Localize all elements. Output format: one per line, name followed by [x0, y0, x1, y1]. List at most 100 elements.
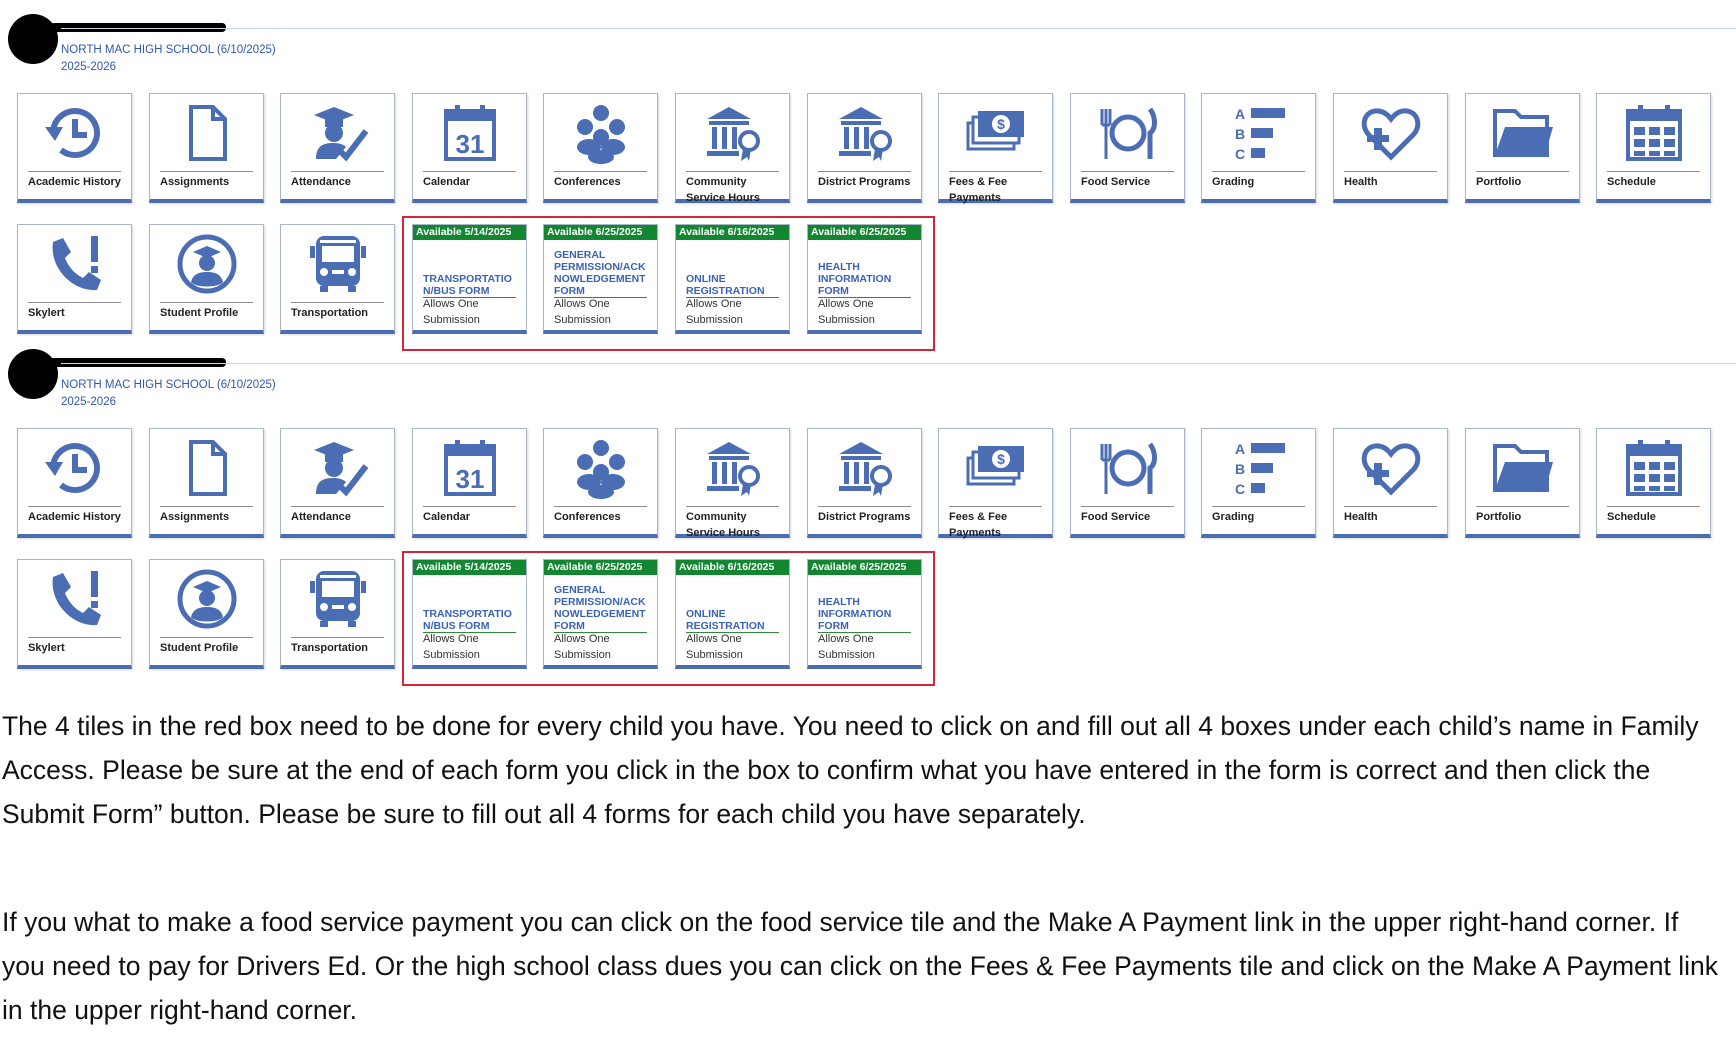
tile-divider	[818, 506, 911, 507]
tile-fees-payments[interactable]: $ Fees & Fee Payments	[938, 93, 1053, 204]
phone-alert-icon	[18, 566, 131, 632]
tile-schedule[interactable]: Schedule	[1596, 93, 1711, 203]
tile-divider	[1476, 171, 1569, 172]
svg-text:$: $	[997, 451, 1005, 467]
people-group-icon	[544, 100, 657, 166]
grades-list-icon: ABC	[1202, 100, 1315, 166]
tile-divider	[291, 171, 384, 172]
highlight-red-box	[402, 551, 935, 686]
tile-skylert[interactable]: Skylert	[17, 224, 132, 334]
tile-grading[interactable]: ABC Grading	[1201, 428, 1316, 538]
tile-label: Portfolio	[1476, 176, 1522, 188]
tile-divider	[1607, 506, 1700, 507]
tile-label: Grading	[1212, 511, 1255, 523]
phone-alert-icon	[18, 231, 131, 297]
student-profile-icon	[150, 566, 263, 632]
svg-text:B: B	[1235, 126, 1245, 142]
document-icon	[150, 100, 263, 166]
tile-divider	[28, 171, 121, 172]
tile-divider	[1607, 171, 1700, 172]
tile-grading[interactable]: ABC Grading	[1201, 93, 1316, 203]
tile-divider	[291, 302, 384, 303]
tile-food-service[interactable]: Food Service	[1070, 93, 1185, 203]
tile-health[interactable]: Health	[1333, 428, 1448, 538]
graduate-check-icon	[281, 100, 394, 166]
tile-district-programs[interactable]: District Programs	[807, 93, 922, 203]
institution-award-icon	[808, 435, 921, 501]
tile-divider	[1476, 506, 1569, 507]
tile-divider	[1344, 171, 1437, 172]
tile-community-service-hours[interactable]: Community Service Hours	[675, 428, 790, 539]
tile-divider	[423, 171, 516, 172]
tile-label: Conferences	[554, 176, 621, 188]
tile-label: Calendar	[423, 176, 471, 188]
divider	[61, 28, 1736, 29]
tile-divider	[291, 506, 384, 507]
tile-schedule[interactable]: Schedule	[1596, 428, 1711, 538]
divider	[61, 363, 1736, 364]
document-icon	[150, 435, 263, 501]
history-icon	[18, 435, 131, 501]
tile-label: Transportation	[291, 307, 369, 319]
tile-label: District Programs	[818, 511, 911, 523]
tile-divider	[291, 637, 384, 638]
tile-student-profile[interactable]: Student Profile	[149, 224, 264, 334]
svg-text:A: A	[1235, 441, 1245, 457]
tile-assignments[interactable]: Assignments	[149, 428, 264, 538]
tile-conferences[interactable]: Conferences	[543, 93, 658, 203]
tile-label: Calendar	[423, 511, 471, 523]
history-icon	[18, 100, 131, 166]
institution-award-icon	[808, 100, 921, 166]
tile-district-programs[interactable]: District Programs	[807, 428, 922, 538]
tile-divider	[1212, 171, 1305, 172]
tile-student-profile[interactable]: Student Profile	[149, 559, 264, 669]
tile-attendance[interactable]: Attendance	[280, 93, 395, 203]
tile-fees-payments[interactable]: $ Fees & Fee Payments	[938, 428, 1053, 539]
tile-academic-history[interactable]: Academic History	[17, 93, 132, 203]
money-stack-icon: $	[939, 100, 1052, 166]
tile-divider	[818, 171, 911, 172]
tile-divider	[1344, 506, 1437, 507]
tile-divider	[554, 171, 647, 172]
money-stack-icon: $	[939, 435, 1052, 501]
tile-label: Health	[1344, 176, 1378, 188]
tile-skylert[interactable]: Skylert	[17, 559, 132, 669]
tile-label: Schedule	[1607, 511, 1656, 523]
tile-attendance[interactable]: Attendance	[280, 428, 395, 538]
school-name: NORTH MAC HIGH SCHOOL (6/10/2025)	[61, 44, 276, 56]
tile-food-service[interactable]: Food Service	[1070, 428, 1185, 538]
tile-portfolio[interactable]: Portfolio	[1465, 93, 1580, 203]
tile-label: Community Service Hours	[686, 176, 760, 204]
tile-portfolio[interactable]: Portfolio	[1465, 428, 1580, 538]
tile-label: Assignments	[160, 176, 230, 188]
student-profile-icon	[150, 231, 263, 297]
tile-calendar[interactable]: 31 Calendar	[412, 93, 527, 203]
folder-icon	[1466, 435, 1579, 501]
calendar-icon: 31	[413, 435, 526, 501]
school-year: 2025-2026	[61, 61, 116, 73]
tile-conferences[interactable]: Conferences	[543, 428, 658, 538]
tile-divider	[423, 506, 516, 507]
tile-divider	[686, 506, 779, 507]
plate-utensils-icon	[1071, 100, 1184, 166]
plate-utensils-icon	[1071, 435, 1184, 501]
tile-community-service-hours[interactable]: Community Service Hours	[675, 93, 790, 204]
tile-label: Skylert	[28, 642, 65, 654]
tile-calendar[interactable]: 31 Calendar	[412, 428, 527, 538]
instruction-paragraph: If you what to make a food service payme…	[2, 907, 1719, 1025]
graduate-check-icon	[281, 435, 394, 501]
tile-academic-history[interactable]: Academic History	[17, 428, 132, 538]
tile-label: Student Profile	[160, 307, 239, 319]
tile-label: Assignments	[160, 511, 230, 523]
tile-label: Food Service	[1081, 176, 1151, 188]
tile-divider	[554, 506, 647, 507]
tile-health[interactable]: Health	[1333, 93, 1448, 203]
tile-transportation[interactable]: Transportation	[280, 559, 395, 669]
schedule-grid-icon	[1597, 100, 1710, 166]
tile-label: Academic History	[28, 511, 121, 523]
tile-divider	[1081, 171, 1174, 172]
tile-transportation[interactable]: Transportation	[280, 224, 395, 334]
tile-assignments[interactable]: Assignments	[149, 93, 264, 203]
svg-text:31: 31	[455, 129, 484, 159]
tile-label: Transportation	[291, 642, 369, 654]
